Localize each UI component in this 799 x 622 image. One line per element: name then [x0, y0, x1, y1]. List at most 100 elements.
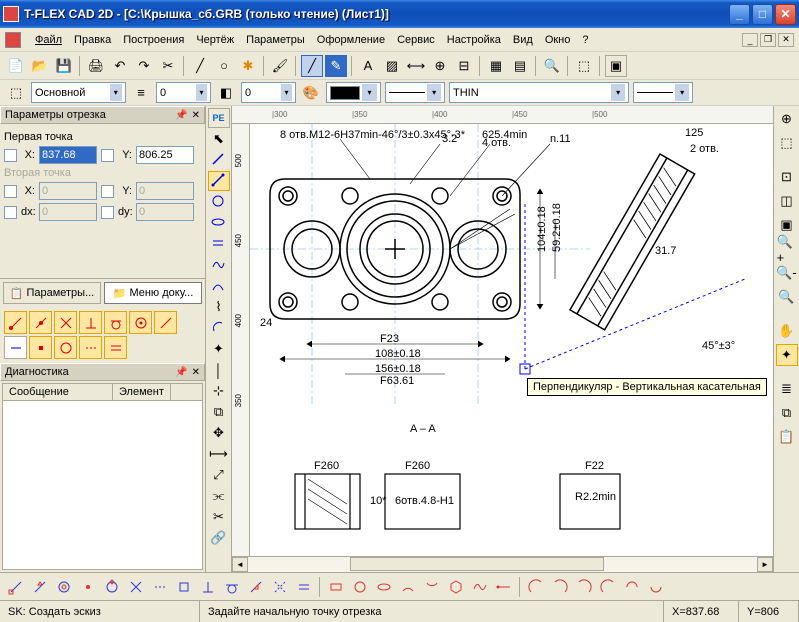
text-tool[interactable]: A [357, 55, 379, 77]
undo-button[interactable]: ↶ [109, 55, 131, 77]
arc-r2[interactable] [549, 576, 571, 598]
3d-tool[interactable]: ▣ [605, 55, 627, 77]
diag-col-message[interactable]: Сообщение [3, 384, 113, 400]
vline-tool[interactable]: │ [208, 360, 230, 380]
pin-icon[interactable]: 📌 [175, 367, 187, 378]
cut-button[interactable]: ✂ [157, 55, 179, 77]
zoom-target-icon[interactable]: ⊕ [776, 108, 798, 130]
spline-tool[interactable] [208, 255, 230, 275]
arc-r6[interactable] [645, 576, 667, 598]
pe-button[interactable]: PE [208, 108, 230, 128]
zoom-out-icon[interactable]: 🔍- [776, 262, 798, 284]
zoom-all-icon[interactable]: ⊡ [776, 166, 798, 188]
menu-help[interactable]: ? [576, 31, 594, 49]
zoom-fit-icon[interactable]: ◫ [776, 190, 798, 212]
menu-file[interactable]: Файл [29, 31, 68, 49]
menu-view[interactable]: Вид [507, 31, 539, 49]
mdi-minimize[interactable]: _ [742, 33, 758, 47]
color-icon[interactable]: 🎨 [300, 82, 322, 104]
dimension-tool[interactable]: ⟷ [405, 55, 427, 77]
layers-icon[interactable]: ≣ [776, 378, 798, 400]
segment-tool[interactable]: ╱ [301, 55, 323, 77]
linestyle-combo[interactable]: ▾ [633, 82, 693, 103]
level-icon[interactable]: ≡ [130, 82, 152, 104]
maximize-button[interactable]: □ [752, 4, 773, 25]
line-draw-tool[interactable] [208, 150, 230, 170]
hatch-tool[interactable]: ▨ [381, 55, 403, 77]
layer-input[interactable] [35, 87, 108, 99]
osnap-mid[interactable] [29, 576, 51, 598]
grid-tool[interactable]: ▤ [509, 55, 531, 77]
osnap-app[interactable] [269, 576, 291, 598]
snap-tangent[interactable] [104, 311, 127, 334]
x1-checkbox[interactable] [4, 149, 17, 162]
dropdown-icon[interactable]: ▾ [196, 84, 207, 101]
arc-r3[interactable] [573, 576, 595, 598]
zoom-window-icon[interactable]: ⬚ [776, 132, 798, 154]
shape-ray[interactable] [493, 576, 515, 598]
menu-edit[interactable]: Правка [68, 31, 117, 49]
dropdown-icon[interactable]: ▾ [427, 84, 441, 101]
brush-tool[interactable]: 🖌 [269, 55, 291, 77]
horizontal-scrollbar[interactable]: ◄ ► [232, 556, 773, 572]
shape-arc2[interactable] [421, 576, 443, 598]
path-tool[interactable]: ⌇ [208, 297, 230, 317]
minimize-button[interactable]: _ [729, 4, 750, 25]
menu-service[interactable]: Сервис [391, 31, 441, 49]
tab-parameters[interactable]: 📋Параметры... [3, 282, 101, 304]
osnap-par[interactable] [293, 576, 315, 598]
zoom-in-icon[interactable]: 🔍+ [776, 238, 798, 260]
arc-r1[interactable] [525, 576, 547, 598]
osnap-near[interactable] [245, 576, 267, 598]
segment-draw-tool[interactable] [208, 171, 230, 191]
ellipse-tool[interactable] [208, 213, 230, 233]
arc-tool[interactable] [208, 318, 230, 338]
snap-extension[interactable] [79, 336, 102, 359]
edit-tool[interactable]: ✎ [325, 55, 347, 77]
shape-hex[interactable] [445, 576, 467, 598]
shape-ellipse[interactable] [373, 576, 395, 598]
circle-tool[interactable]: ○ [213, 55, 235, 77]
zoom-realtime-icon[interactable]: 🔍 [776, 286, 798, 308]
layer-combo[interactable]: ▾ [31, 82, 126, 103]
close-button[interactable]: ✕ [775, 4, 796, 25]
dx-checkbox[interactable] [4, 206, 17, 219]
link-tool[interactable]: 🔗 [208, 528, 230, 548]
copy-geom-tool[interactable]: ⧉ [208, 402, 230, 422]
layer-tool[interactable]: ⬚ [573, 55, 595, 77]
close-panel-icon[interactable]: ✕ [192, 367, 200, 378]
node-snap-tool[interactable]: ✦ [208, 339, 230, 359]
mdi-close[interactable]: ✕ [778, 33, 794, 47]
snap-horizontal[interactable] [4, 336, 27, 359]
copy-view-icon[interactable]: ⧉ [776, 402, 798, 424]
dim-line-tool[interactable]: ⟼ [208, 444, 230, 464]
dropdown-icon[interactable]: ▾ [675, 84, 689, 101]
osnap-center[interactable] [53, 576, 75, 598]
menu-decoration[interactable]: Оформление [311, 31, 391, 49]
snap-quadrant[interactable] [54, 336, 77, 359]
menu-constructions[interactable]: Построения [117, 31, 190, 49]
x2-checkbox[interactable] [4, 185, 17, 198]
linewidth-combo[interactable]: ▾ [385, 82, 445, 103]
snap-nearest[interactable] [154, 311, 177, 334]
pan-icon[interactable]: ✋ [776, 320, 798, 342]
shape-rect[interactable] [325, 576, 347, 598]
tab-menu-doc[interactable]: 📁Меню доку... [104, 282, 202, 304]
linetype-input[interactable] [453, 87, 609, 99]
scroll-right-button[interactable]: ► [757, 557, 773, 572]
priority-input[interactable] [245, 87, 279, 99]
ref-line-tool[interactable]: ⤢ [208, 465, 230, 485]
arc-r4[interactable] [597, 576, 619, 598]
dy-checkbox[interactable] [101, 206, 114, 219]
osnap-perp[interactable] [197, 576, 219, 598]
x1-input[interactable] [39, 146, 97, 164]
snap-node[interactable] [29, 336, 52, 359]
join-tool[interactable]: ⫘ [208, 486, 230, 506]
osnap-ext[interactable] [149, 576, 171, 598]
snap-endpoint[interactable] [4, 311, 27, 334]
scissors-tool[interactable]: ✂ [208, 507, 230, 527]
mdi-restore[interactable]: ❐ [760, 33, 776, 47]
dropdown-icon[interactable]: ▾ [110, 84, 123, 101]
arc-r5[interactable] [621, 576, 643, 598]
new-button[interactable]: 📄 [5, 55, 27, 77]
